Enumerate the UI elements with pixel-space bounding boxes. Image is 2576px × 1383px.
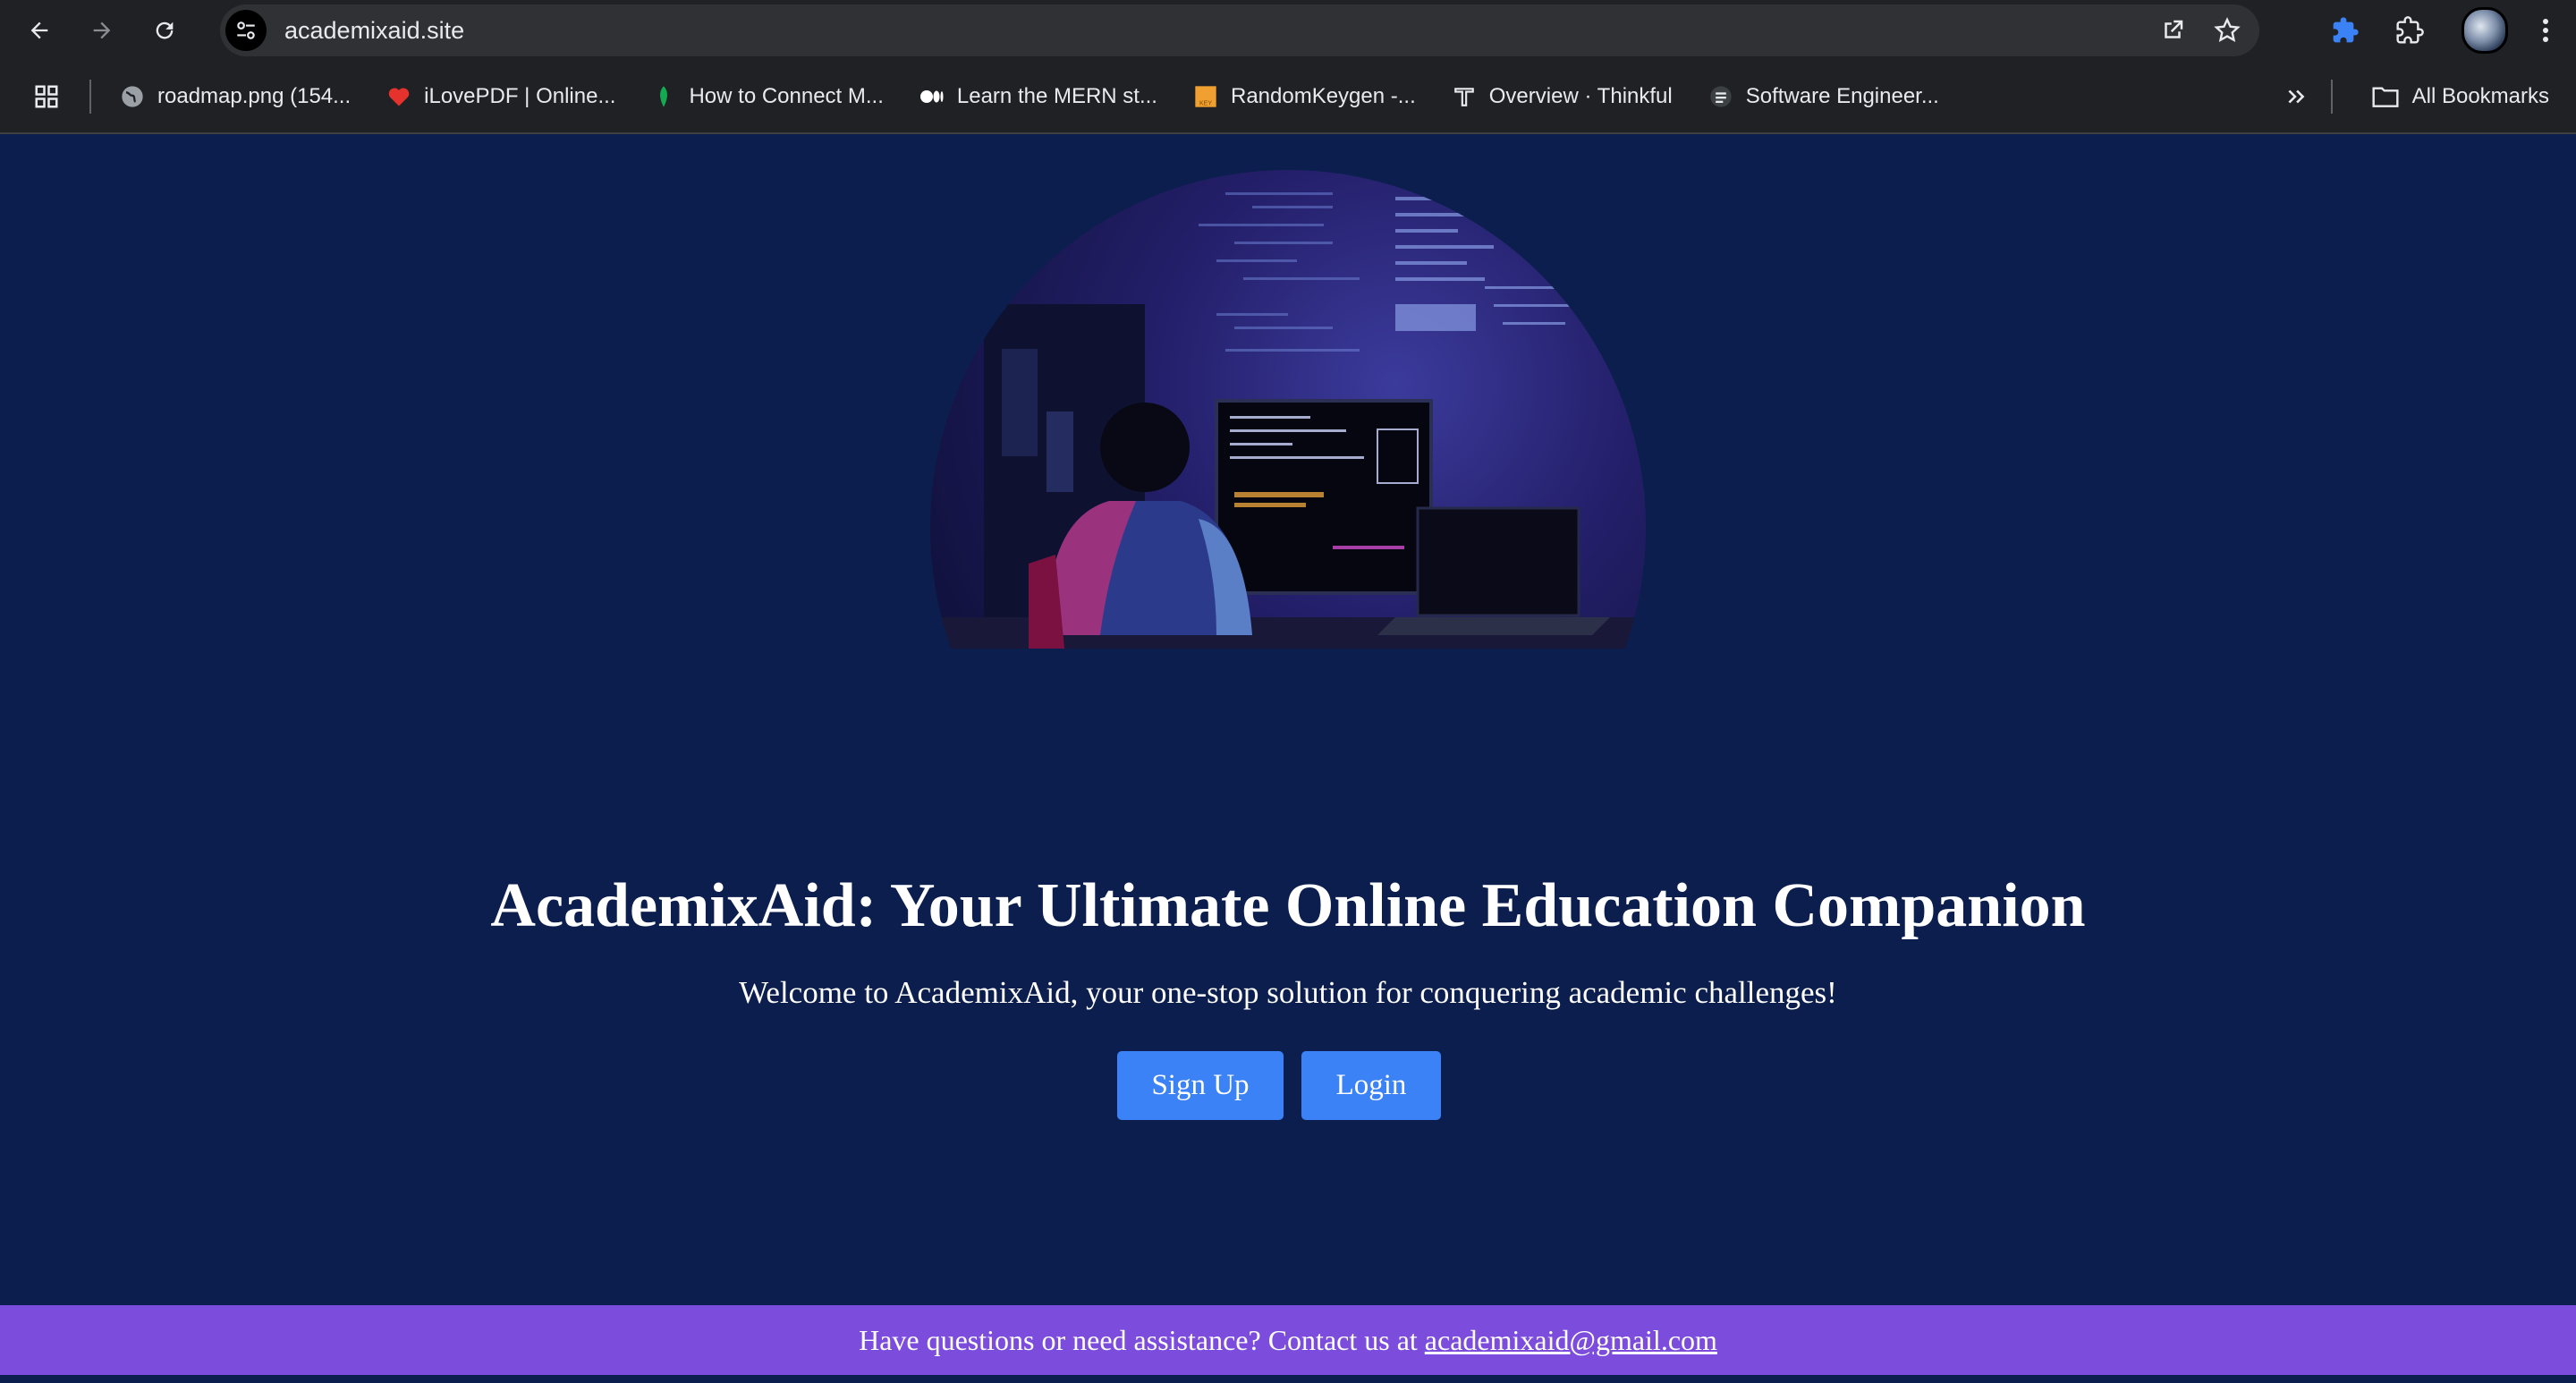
extension-puzzle-button[interactable]	[2318, 4, 2372, 57]
page-title: AcademixAid: Your Ultimate Online Educat…	[490, 871, 2086, 940]
extensions-icon	[2396, 16, 2424, 44]
sign-up-button[interactable]: Sign Up	[1117, 1051, 1284, 1120]
all-bookmarks-label: All Bookmarks	[2411, 84, 2549, 108]
bookmark-label: RandomKeygen -...	[1230, 84, 1416, 108]
kebab-menu-icon	[2543, 19, 2548, 42]
login-button[interactable]: Login	[1301, 1051, 1441, 1120]
bookmark-label: iLovePDF | Online...	[424, 84, 616, 108]
bookmarks-divider	[2331, 80, 2333, 114]
leaf-icon	[651, 84, 676, 109]
hero-illustration	[930, 170, 1646, 649]
chevron-double-right-icon	[2288, 89, 2305, 104]
puzzle-icon	[2333, 17, 2359, 43]
heart-icon	[386, 84, 411, 109]
bookmarks-bar: roadmap.png (154... iLovePDF | Online...…	[0, 61, 2576, 134]
reload-button[interactable]	[140, 5, 190, 55]
back-button[interactable]	[14, 5, 64, 55]
bookmark-label: Software Engineer...	[1745, 84, 1939, 108]
address-bar[interactable]: academixaid.site	[220, 4, 2259, 56]
svg-text:KEY: KEY	[1199, 100, 1212, 106]
medium-icon	[919, 84, 945, 109]
all-bookmarks-button[interactable]: All Bookmarks	[2371, 74, 2549, 119]
tune-icon	[237, 21, 255, 39]
bookmarks-divider	[89, 80, 91, 114]
reload-icon	[156, 21, 174, 39]
footer-text: Have questions or need assistance? Conta…	[859, 1323, 1418, 1356]
apps-button[interactable]	[30, 81, 63, 113]
bookmark-connect[interactable]: How to Connect M...	[642, 74, 892, 119]
star-icon[interactable]	[2213, 16, 2241, 45]
bookmark-label: Overview · Thinkful	[1488, 84, 1673, 108]
url-text[interactable]: academixaid.site	[284, 17, 464, 45]
bookmark-randomkeygen[interactable]: KEY RandomKeygen -...	[1184, 74, 1425, 119]
arrow-left-icon	[30, 21, 48, 39]
forward-button[interactable]	[77, 5, 127, 55]
more-bookmarks-button[interactable]	[2284, 74, 2308, 119]
arrow-right-icon	[93, 21, 111, 39]
bookmark-label: roadmap.png (154...	[157, 84, 352, 108]
bookmark-mern[interactable]: Learn the MERN st...	[911, 74, 1166, 119]
doc-icon	[1708, 84, 1733, 109]
thinkful-icon	[1452, 84, 1477, 109]
menu-button[interactable]	[2519, 4, 2572, 57]
bookmark-label: How to Connect M...	[689, 84, 884, 108]
extensions-button[interactable]	[2383, 4, 2436, 57]
open-in-new-icon[interactable]	[2159, 17, 2186, 44]
browser-toolbar: academixaid.site	[0, 0, 2576, 61]
hero-image	[930, 170, 1646, 649]
contact-email-link[interactable]: academixaid@gmail.com	[1425, 1324, 1717, 1357]
profile-button[interactable]	[2458, 4, 2512, 57]
site-info-button[interactable]	[225, 10, 267, 51]
bookmark-label: Learn the MERN st...	[956, 84, 1157, 108]
page-subtitle: Welcome to AcademixAid, your one-stop so…	[739, 975, 1837, 1010]
bookmark-roadmap[interactable]: roadmap.png (154...	[111, 74, 360, 119]
bookmark-thinkful[interactable]: Overview · Thinkful	[1443, 74, 1682, 119]
apps-grid-icon	[35, 85, 58, 108]
key-icon: KEY	[1193, 84, 1218, 109]
avatar	[2462, 7, 2508, 54]
page-content: AcademixAid: Your Ultimate Online Educat…	[0, 134, 2576, 1383]
folder-icon	[2372, 87, 2399, 107]
footer: Have questions or need assistance? Conta…	[0, 1305, 2576, 1375]
bookmark-software-engineer[interactable]: Software Engineer...	[1699, 74, 1948, 119]
globe-icon	[120, 84, 145, 109]
bookmark-ilovepdf[interactable]: iLovePDF | Online...	[377, 74, 624, 119]
